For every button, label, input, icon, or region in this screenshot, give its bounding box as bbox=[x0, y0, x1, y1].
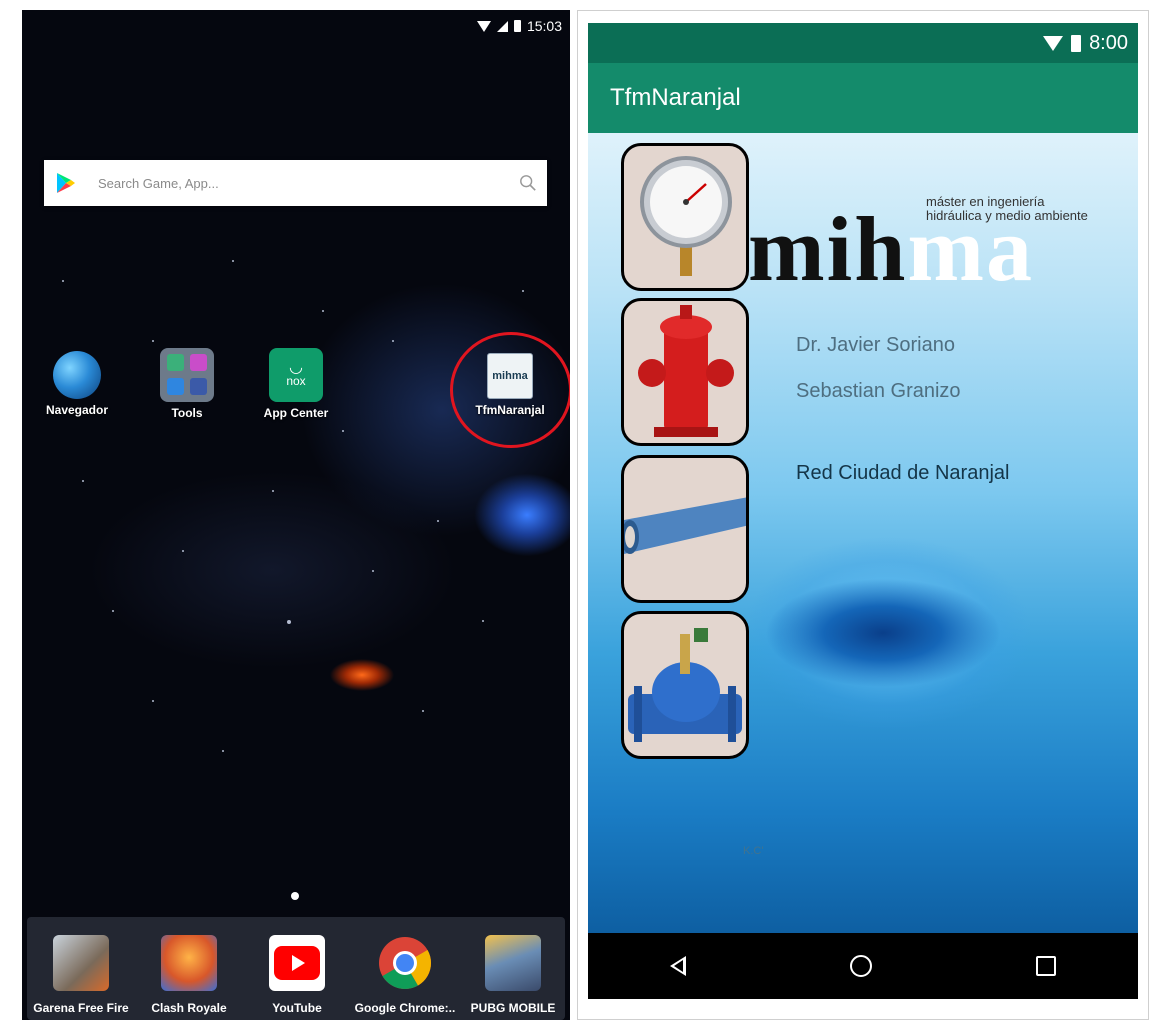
wifi-icon bbox=[476, 20, 491, 32]
mihma-logo: mihma bbox=[748, 203, 1034, 295]
app-label: YouTube bbox=[272, 1001, 322, 1015]
pressure-gauge-button[interactable] bbox=[621, 143, 749, 291]
battery-icon bbox=[513, 20, 521, 32]
search-icon[interactable] bbox=[519, 174, 537, 192]
dock-app-youtube[interactable]: YouTube bbox=[243, 935, 351, 1015]
wifi-icon bbox=[1043, 35, 1064, 51]
status-time: 15:03 bbox=[526, 18, 562, 34]
pressure-gauge-icon bbox=[640, 156, 732, 276]
dock-app-free-fire[interactable]: Garena Free Fire bbox=[27, 935, 135, 1015]
logo-word-dark: mih bbox=[748, 198, 908, 300]
app-label: App Center bbox=[263, 406, 329, 420]
dock-app-clash-royale[interactable]: Clash Royale bbox=[135, 935, 243, 1015]
credit-line: Sebastian Granizo bbox=[796, 380, 961, 402]
signature-text: K.C' bbox=[743, 845, 764, 857]
youtube-icon bbox=[269, 935, 325, 991]
chrome-icon bbox=[377, 935, 433, 991]
pipe-icon bbox=[624, 497, 746, 554]
fire-hydrant-button[interactable] bbox=[621, 298, 749, 446]
app-bar: TfmNaranjal bbox=[588, 63, 1138, 133]
logo-word-light: ma bbox=[907, 198, 1035, 300]
app-label: PUBG MOBILE bbox=[470, 1001, 556, 1015]
dock-app-pubg[interactable]: PUBG MOBILE bbox=[459, 935, 567, 1015]
app-label: Google Chrome:.. bbox=[354, 1001, 456, 1015]
app-tools[interactable]: Tools bbox=[132, 348, 242, 420]
folder-icon bbox=[160, 348, 214, 402]
pubg-icon bbox=[485, 935, 541, 991]
signal-icon bbox=[496, 20, 508, 32]
navigation-bar bbox=[588, 933, 1138, 999]
app-label: Tools bbox=[171, 406, 203, 420]
clash-royale-icon bbox=[161, 935, 217, 991]
app-label: Navegador bbox=[45, 403, 109, 417]
app-center-icon: ◡ nox bbox=[269, 348, 323, 402]
search-input[interactable]: Search Game, App... bbox=[98, 176, 519, 191]
pipe-button[interactable] bbox=[621, 455, 749, 603]
recent-apps-icon[interactable] bbox=[1036, 956, 1056, 976]
main-content: máster en ingeniería hidráulica y medio … bbox=[588, 133, 1138, 933]
status-bar: 8:00 bbox=[588, 23, 1138, 63]
dock: Garena Free Fire Clash Royale YouTube Go… bbox=[27, 917, 565, 1020]
search-bar[interactable]: Search Game, App... bbox=[44, 160, 547, 206]
valve-button[interactable] bbox=[621, 611, 749, 759]
credit-line: Dr. Javier Soriano bbox=[796, 334, 955, 356]
battery-icon bbox=[1071, 34, 1082, 52]
app-center-icon-text: nox bbox=[286, 374, 306, 388]
app-label: Garena Free Fire bbox=[33, 1001, 129, 1015]
home-icon[interactable] bbox=[850, 955, 872, 977]
app-navegador[interactable]: Navegador bbox=[22, 348, 132, 417]
play-store-icon bbox=[57, 173, 75, 193]
page-indicator bbox=[291, 892, 299, 900]
fire-hydrant-icon bbox=[638, 305, 734, 437]
globe-icon bbox=[53, 351, 101, 399]
status-time: 8:00 bbox=[1089, 31, 1128, 54]
home-screen: 15:03 Search Game, App... Navegador Tool… bbox=[22, 10, 570, 1020]
app-title: TfmNaranjal bbox=[610, 84, 741, 111]
valve-icon bbox=[628, 628, 742, 742]
app-screen: 8:00 TfmNaranjal máster en ingeniería hi… bbox=[577, 10, 1149, 1020]
highlight-circle bbox=[450, 332, 570, 448]
app-app-center[interactable]: ◡ nox App Center bbox=[241, 348, 351, 420]
dock-app-chrome[interactable]: Google Chrome:.. bbox=[351, 935, 459, 1015]
status-bar: 15:03 bbox=[476, 18, 562, 34]
app-label: Clash Royale bbox=[151, 1001, 227, 1015]
free-fire-icon bbox=[53, 935, 109, 991]
back-icon[interactable] bbox=[670, 956, 686, 976]
project-title: Red Ciudad de Naranjal bbox=[796, 462, 1010, 484]
